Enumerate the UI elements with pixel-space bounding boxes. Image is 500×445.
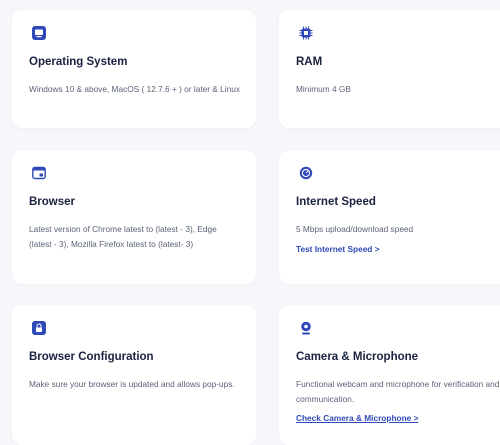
card-description: 5 Mbps upload/download speed <box>296 224 414 234</box>
lock-icon <box>32 321 46 335</box>
card-title: Operating System <box>29 56 128 68</box>
card-description: Make sure your browser is updated and al… <box>29 379 235 389</box>
card-ram: RAM Minimum 4 GB <box>279 10 500 128</box>
browser-window-icon <box>32 166 46 180</box>
card-operating-system: Operating System Windows 10 & above, Mac… <box>12 10 256 128</box>
check-camera-microphone-link[interactable]: Check Camera & Microphone > <box>296 413 418 423</box>
card-title: Internet Speed <box>296 196 376 208</box>
monitor-icon <box>32 26 46 40</box>
card-browser-configuration: Browser Configuration Make sure your bro… <box>12 305 256 445</box>
chip-icon <box>299 26 313 40</box>
speedometer-icon <box>299 166 313 180</box>
card-description: Windows 10 & above, MacOS ( 12.7.6 + ) o… <box>29 84 240 94</box>
card-description: Minimum 4 GB <box>296 84 351 94</box>
card-description: Latest version of Chrome latest to (late… <box>29 224 217 249</box>
card-browser: Browser Latest version of Chrome latest … <box>12 150 256 284</box>
card-title: Camera & Microphone <box>296 351 419 363</box>
card-title: Browser <box>29 196 76 208</box>
card-internet-speed: Internet Speed 5 Mbps upload/download sp… <box>279 150 500 284</box>
webcam-icon <box>299 321 313 335</box>
test-internet-speed-link[interactable]: Test Internet Speed > <box>296 244 380 254</box>
card-camera-microphone: Camera & Microphone Functional webcam an… <box>279 305 500 445</box>
card-title: RAM <box>296 56 323 68</box>
card-description: Functional webcam and microphone for ver… <box>296 379 500 404</box>
card-title: Browser Configuration <box>29 351 154 363</box>
